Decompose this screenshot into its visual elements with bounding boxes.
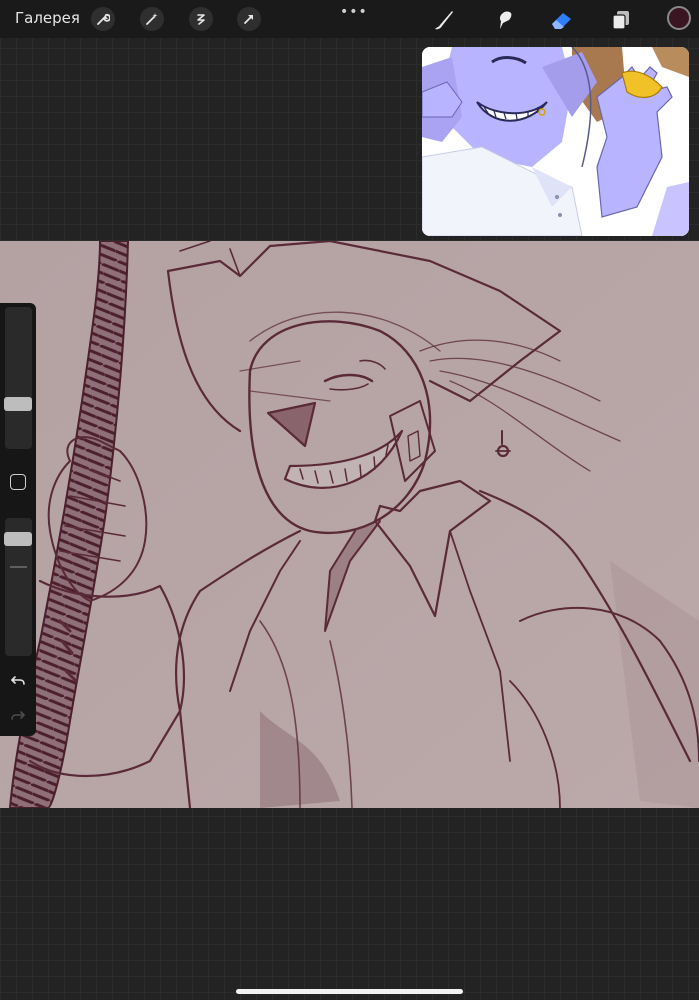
gallery-button[interactable]: Галерея	[15, 9, 80, 27]
magic-wand-icon	[146, 13, 158, 25]
eraser-tool[interactable]	[548, 6, 576, 34]
smudge-tool[interactable]	[490, 6, 518, 34]
wrench-icon	[97, 13, 110, 25]
adjustments-button[interactable]	[140, 7, 164, 31]
smudge-icon	[499, 11, 512, 29]
home-indicator[interactable]	[236, 989, 463, 994]
more-menu-button[interactable]: •••	[340, 4, 368, 20]
reference-window[interactable]	[422, 47, 689, 236]
transform-arrow-icon	[244, 15, 253, 24]
undo-button[interactable]	[8, 671, 28, 691]
brush-size-thumb[interactable]	[4, 397, 32, 411]
brush-icon	[435, 11, 453, 30]
top-toolbar: Галерея •••	[0, 0, 699, 38]
color-picker-button[interactable]	[667, 6, 691, 30]
opacity-tick	[10, 566, 27, 568]
layers-tool[interactable]	[607, 6, 635, 34]
brush-size-slider[interactable]	[4, 307, 32, 449]
undo-icon	[11, 676, 25, 685]
redo-button[interactable]	[8, 706, 28, 726]
selection-icon	[197, 14, 205, 25]
brush-opacity-slider[interactable]	[4, 518, 32, 656]
redo-icon	[11, 711, 25, 720]
reference-image	[422, 47, 689, 236]
transform-button[interactable]	[237, 7, 261, 31]
brush-opacity-thumb[interactable]	[4, 532, 32, 546]
actions-button[interactable]	[91, 7, 115, 31]
brush-tool[interactable]	[430, 6, 458, 34]
modify-button[interactable]	[10, 474, 26, 490]
layers-icon	[612, 11, 629, 30]
selection-button[interactable]	[189, 7, 213, 31]
drawing-canvas[interactable]	[0, 241, 699, 808]
canvas-sketch	[0, 241, 699, 808]
eraser-icon	[552, 13, 571, 29]
